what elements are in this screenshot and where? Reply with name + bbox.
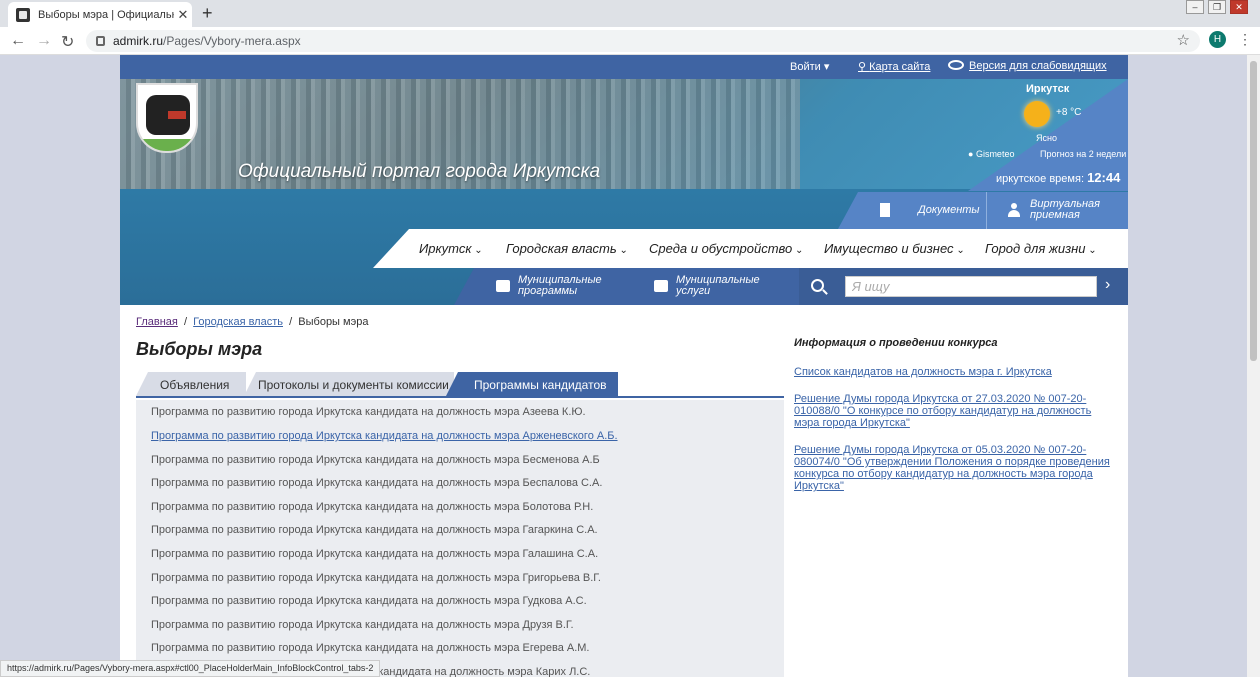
forecast-link[interactable]: Прогноз на 2 недели (1040, 149, 1126, 159)
gismeteo-link[interactable]: ● Gismeteo (968, 149, 1014, 159)
municipal-services-link[interactable]: Муниципальные услуги (676, 275, 766, 297)
close-tab-icon[interactable]: ✕ (174, 7, 192, 23)
breadcrumb: Главная / Городская власть / Выборы мэра (136, 316, 369, 328)
list-item[interactable]: Программа по развитию города Иркутска ка… (151, 524, 598, 536)
list-item[interactable]: Программа по развитию города Иркутска ка… (151, 430, 618, 442)
list-item[interactable]: Программа по развитию города Иркутска ка… (151, 501, 593, 513)
window-controls: – ❐ ✕ (1186, 0, 1248, 14)
breadcrumb-home[interactable]: Главная (136, 316, 178, 328)
search-icon[interactable] (811, 279, 824, 292)
portal-title: Официальный портал города Иркутска (238, 161, 601, 182)
sub-navigation: Муниципальные программы Муниципальные ус… (454, 268, 1128, 305)
local-time: иркутское время: 12:44 (996, 170, 1120, 185)
close-window-button[interactable]: ✕ (1230, 0, 1248, 14)
url-path: /Pages/Vybory-mera.aspx (163, 34, 301, 48)
user-icon (1008, 203, 1020, 217)
briefcase-icon (654, 280, 668, 292)
duma-decision-link[interactable]: Решение Думы города Иркутска от 05.03.20… (794, 444, 1114, 492)
scrollbar[interactable] (1247, 55, 1260, 677)
list-item[interactable]: Программа по развитию города Иркутска ка… (151, 548, 598, 560)
info-heading: Информация о проведении конкурса (794, 337, 998, 349)
municipal-programs-link[interactable]: Муниципальные программы (518, 275, 608, 297)
status-bar-url: https://admirk.ru/Pages/Vybory-mera.aspx… (0, 660, 381, 677)
tab-announcements[interactable]: Объявления (136, 372, 246, 396)
low-vision-link[interactable]: Версия для слабовидящих (948, 60, 1107, 72)
list-item[interactable]: Программа по развитию города Иркутска ка… (151, 619, 574, 631)
folder-icon (496, 280, 510, 292)
coat-of-arms-logo[interactable] (136, 83, 198, 153)
nav-city-life[interactable]: Город для жизни (985, 241, 1097, 256)
new-tab-button[interactable]: + (202, 3, 213, 24)
divider (614, 268, 634, 305)
divider (986, 192, 987, 229)
list-item[interactable]: Программа по развитию города Иркутска ка… (151, 642, 590, 654)
weather-widget: Иркутск +8 °C Ясно ● Gismeteo Прогноз на… (960, 79, 1128, 191)
top-utility-bar: Войти ▾ ⚲ Карта сайта Версия для слабови… (120, 55, 1128, 79)
page-title: Выборы мэра (136, 339, 263, 359)
sun-icon (1024, 101, 1050, 127)
weather-temp: +8 °C (1056, 107, 1082, 118)
list-item[interactable]: Программа по развитию города Иркутска ка… (151, 572, 601, 584)
documents-link[interactable]: Документы (918, 204, 980, 216)
login-link[interactable]: Войти ▾ (790, 60, 829, 73)
list-item[interactable]: Программа по развитию города Иркутска ка… (151, 406, 586, 418)
time-value: 12:44 (1087, 170, 1121, 185)
nav-property-business[interactable]: Имущество и бизнес (824, 241, 965, 256)
list-item[interactable]: Программа по развитию города Иркутска ка… (151, 477, 602, 489)
nav-irkutsk[interactable]: Иркутск (419, 241, 483, 256)
list-item[interactable]: ка кандидата на должность мэра Карих Л.С… (364, 666, 590, 677)
list-item[interactable]: Программа по развитию города Иркутска ка… (151, 454, 600, 466)
duma-decision-link[interactable]: Решение Думы города Иркутска от 27.03.20… (794, 393, 1114, 429)
candidates-list-link[interactable]: Список кандидатов на должность мэра г. И… (794, 366, 1114, 378)
weather-city: Иркутск (1026, 83, 1070, 95)
profile-avatar[interactable]: H (1209, 31, 1226, 48)
breadcrumb-city-government[interactable]: Городская власть (193, 316, 283, 328)
nav-environment[interactable]: Среда и обустройство (649, 241, 803, 256)
back-icon[interactable]: ← (10, 32, 26, 50)
tab-protocols[interactable]: Протоколы и документы комиссии (244, 372, 454, 396)
list-item[interactable]: Программа по развитию города Иркутска ка… (151, 595, 587, 607)
document-icon (880, 203, 890, 217)
documents-bar: Документы Виртуальная приемная (838, 192, 1128, 229)
tab-title: Выборы мэра | Официальный пор (38, 8, 174, 21)
url-host: admirk.ru (113, 34, 164, 48)
eye-icon (948, 60, 964, 70)
page: Войти ▾ ⚲ Карта сайта Версия для слабови… (120, 55, 1128, 677)
virtual-reception-link[interactable]: Виртуальная приемная (1030, 199, 1110, 221)
nav-city-government[interactable]: Городская власть (506, 241, 628, 256)
weather-condition: Ясно (1036, 133, 1057, 143)
reload-icon[interactable]: ↻ (61, 32, 74, 52)
search-panel: › (799, 268, 1128, 305)
sitemap-label: Карта сайта (869, 61, 931, 73)
time-label: иркутское время: (996, 173, 1084, 185)
gismeteo-label: Gismeteo (975, 149, 1015, 159)
programs-list: Программа по развитию города Иркутска ка… (136, 400, 784, 677)
contest-info: Информация о проведении конкурса Список … (794, 337, 1114, 507)
low-vision-label: Версия для слабовидящих (969, 60, 1107, 72)
tabs: Объявления Протоколы и документы комисси… (136, 372, 784, 398)
forward-icon[interactable]: → (36, 32, 52, 50)
menu-kebab-icon[interactable]: ⋮ (1238, 31, 1252, 48)
scrollbar-thumb[interactable] (1250, 61, 1257, 361)
breadcrumb-current: Выборы мэра (298, 316, 369, 328)
maximize-button[interactable]: ❐ (1208, 0, 1226, 14)
bookmark-star-icon[interactable]: ☆ (1177, 31, 1190, 49)
lock-icon (96, 36, 105, 46)
tab-candidate-programs[interactable]: Программы кандидатов (446, 372, 618, 396)
browser-tab[interactable]: Выборы мэра | Официальный пор ✕ (8, 2, 192, 27)
sitemap-link[interactable]: ⚲ Карта сайта (858, 60, 930, 73)
chevron-right-icon[interactable]: › (1105, 276, 1110, 294)
browser-tabbar: Выборы мэра | Официальный пор ✕ + – ❐ ✕ (0, 0, 1260, 27)
url-field[interactable]: admirk.ru/Pages/Vybory-mera.aspx ☆ (86, 30, 1200, 52)
main-navigation: Иркутск Городская власть Среда и обустро… (373, 229, 1128, 268)
search-input[interactable] (845, 276, 1097, 297)
site-favicon-icon (16, 7, 30, 22)
address-bar: ← → ↻ admirk.ru/Pages/Vybory-mera.aspx ☆… (0, 27, 1260, 55)
minimize-button[interactable]: – (1186, 0, 1204, 14)
